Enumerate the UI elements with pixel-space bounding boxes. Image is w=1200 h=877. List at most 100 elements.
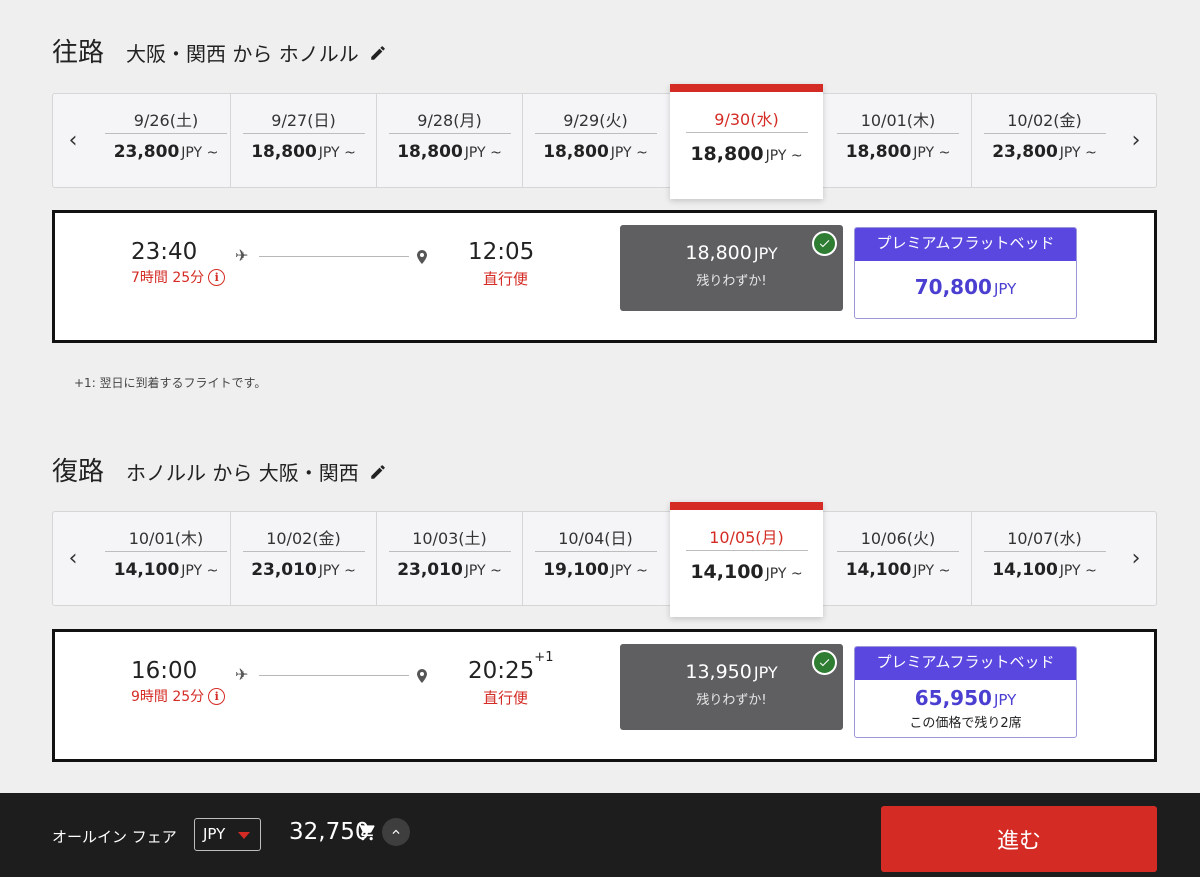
divider	[837, 133, 959, 134]
seats-remaining-note: 残りわずか!	[696, 693, 767, 708]
date-price-unit: JPY ~	[1059, 563, 1097, 579]
cart-icon	[357, 823, 375, 841]
date-label: 9/26(土)	[133, 111, 199, 130]
date-price-unit: JPY ~	[181, 145, 219, 161]
date-price: 23,010	[397, 560, 463, 580]
outbound-route[interactable]: 大阪・関西 から ホノルル	[126, 38, 387, 67]
date-price-unit: JPY ~	[913, 563, 951, 579]
date-price: 23,800	[113, 142, 180, 162]
inbound-date-cell[interactable]: 10/02(金) 23,010 JPY ~	[230, 512, 376, 605]
chevron-left-icon[interactable]: ‹	[53, 94, 93, 187]
outbound-date-cell-selected[interactable]: 9/30(水) 18,800 JPY ~	[670, 84, 823, 199]
pencil-icon[interactable]	[369, 44, 387, 62]
flight-duration: 7時間 25分 i	[131, 267, 226, 287]
location-pin-icon	[417, 250, 427, 264]
premium-fare-price: 70,800	[914, 275, 992, 299]
outbound-date-cell[interactable]: 9/28(月) 18,800 JPY ~	[376, 94, 522, 187]
divider	[388, 551, 511, 552]
outbound-date-cell[interactable]: 9/29(火) 18,800 JPY ~	[522, 94, 668, 187]
date-price-unit: JPY ~	[1059, 145, 1097, 161]
date-label: 10/07(水)	[1007, 529, 1082, 548]
divider	[388, 133, 511, 134]
inbound-date-cell[interactable]: 10/04(日) 19,100 JPY ~	[522, 512, 668, 605]
divider	[534, 133, 657, 134]
inbound-date-cell[interactable]: 10/06(火) 14,100 JPY ~	[825, 512, 971, 605]
inbound-date-cell[interactable]: 10/03(土) 23,010 JPY ~	[376, 512, 522, 605]
divider	[685, 132, 808, 133]
outbound-date-cell[interactable]: 10/02(金) 23,800 JPY ~	[971, 94, 1117, 187]
date-price: 18,800	[845, 142, 912, 162]
date-label: 10/01(木)	[128, 529, 204, 548]
duration-label: 7時間 25分	[131, 270, 205, 286]
duration-label: 9時間 25分	[131, 689, 205, 705]
arrival-time-value: 20:25	[468, 658, 535, 684]
standard-fare-option[interactable]: 13,950 JPY 残りわずか!	[620, 644, 843, 730]
divider	[242, 133, 365, 134]
footnote: +1: 翌日に到着するフライトです。	[74, 376, 267, 390]
date-label: 10/01(木)	[860, 111, 936, 130]
date-price: 18,800	[543, 142, 609, 162]
date-price-unit: JPY ~	[765, 148, 803, 164]
outbound-date-cell[interactable]: 9/27(日) 18,800 JPY ~	[230, 94, 376, 187]
inbound-date-cell[interactable]: 10/01(木) 14,100 JPY ~	[93, 512, 239, 605]
outbound-flight-card: 23:40 7時間 25分 i ✈ 12:05 直行便 18,800 JPY 残り…	[52, 210, 1157, 343]
date-price: 14,100	[845, 560, 912, 580]
date-price-unit: JPY ~	[318, 145, 356, 161]
premium-fare-label: プレミアムフラットベッド	[855, 228, 1076, 261]
date-label: 9/28(月)	[417, 111, 482, 130]
divider	[534, 551, 657, 552]
premium-fare-option[interactable]: プレミアムフラットベッド 70,800 JPY	[854, 227, 1077, 319]
inbound-date-cell[interactable]: 10/07(水) 14,100 JPY ~	[971, 512, 1117, 605]
inbound-heading: 復路	[52, 457, 105, 487]
outbound-route-label: 大阪・関西 から ホノルル	[126, 42, 359, 66]
inbound-flight-card: 16:00 9時間 25分 i ✈ 20:25+1 直行便 13,950 JPY …	[52, 629, 1157, 762]
premium-fare-option[interactable]: プレミアムフラットベッド 65,950 JPY この価格で残り2席	[854, 646, 1077, 738]
premium-fare-unit: JPY	[993, 691, 1017, 709]
date-label: 10/04(日)	[558, 529, 633, 548]
plane-icon: ✈	[235, 665, 249, 684]
outbound-date-strip: ‹ 9/26(土) 23,800 JPY ~ 9/27(日) 18,800 JPY …	[52, 84, 1157, 199]
check-icon	[812, 650, 837, 675]
proceed-button[interactable]: 進む	[881, 806, 1157, 872]
outbound-date-cell[interactable]: 9/26(土) 23,800 JPY ~	[93, 94, 239, 187]
location-pin-icon	[417, 669, 427, 683]
direct-flight-label: 直行便	[483, 689, 529, 707]
pencil-icon[interactable]	[369, 463, 387, 481]
chevron-left-icon[interactable]: ‹	[53, 512, 93, 605]
divider	[105, 551, 227, 552]
date-price: 18,800	[251, 142, 317, 162]
info-icon[interactable]: i	[208, 687, 226, 705]
chevron-up-icon[interactable]	[382, 818, 410, 846]
date-price-unit: JPY ~	[181, 563, 219, 579]
divider	[983, 551, 1106, 552]
standard-fare-price: 13,950	[685, 661, 752, 683]
divider	[837, 551, 959, 552]
arrival-time-value: 12:05	[468, 239, 535, 265]
date-label: 10/02(金)	[1007, 111, 1082, 130]
date-label: 10/06(火)	[860, 529, 936, 548]
departure-time: 23:40	[131, 239, 198, 265]
bottom-bar: オールイン フェア JPY 32,750 進む	[0, 793, 1200, 877]
inbound-route[interactable]: ホノルル から 大阪・関西	[126, 457, 387, 486]
check-icon	[812, 231, 837, 256]
date-label: 9/30(水)	[714, 110, 779, 129]
date-price: 23,800	[992, 142, 1058, 162]
standard-fare-option[interactable]: 18,800 JPY 残りわずか!	[620, 225, 843, 311]
chevron-right-icon[interactable]: ›	[1116, 94, 1156, 187]
divider	[983, 133, 1106, 134]
standard-fare-unit: JPY	[753, 663, 778, 682]
divider	[242, 551, 365, 552]
chevron-right-icon[interactable]: ›	[1116, 512, 1156, 605]
date-label: 10/02(金)	[266, 529, 341, 548]
date-price: 19,100	[543, 560, 609, 580]
date-price-unit: JPY ~	[464, 563, 502, 579]
date-price-unit: JPY ~	[464, 145, 502, 161]
outbound-date-cell[interactable]: 10/01(木) 18,800 JPY ~	[825, 94, 971, 187]
info-icon[interactable]: i	[208, 268, 226, 286]
inbound-date-cell-selected[interactable]: 10/05(月) 14,100 JPY ~	[670, 502, 823, 617]
inbound-date-strip: ‹ 10/01(木) 14,100 JPY ~ 10/02(金) 23,010 JP…	[52, 502, 1157, 617]
standard-fare-price: 18,800	[685, 242, 752, 264]
currency-select[interactable]: JPY	[194, 818, 261, 851]
allin-fare-label: オールイン フェア	[52, 828, 177, 846]
premium-fare-price: 65,950	[914, 686, 992, 710]
